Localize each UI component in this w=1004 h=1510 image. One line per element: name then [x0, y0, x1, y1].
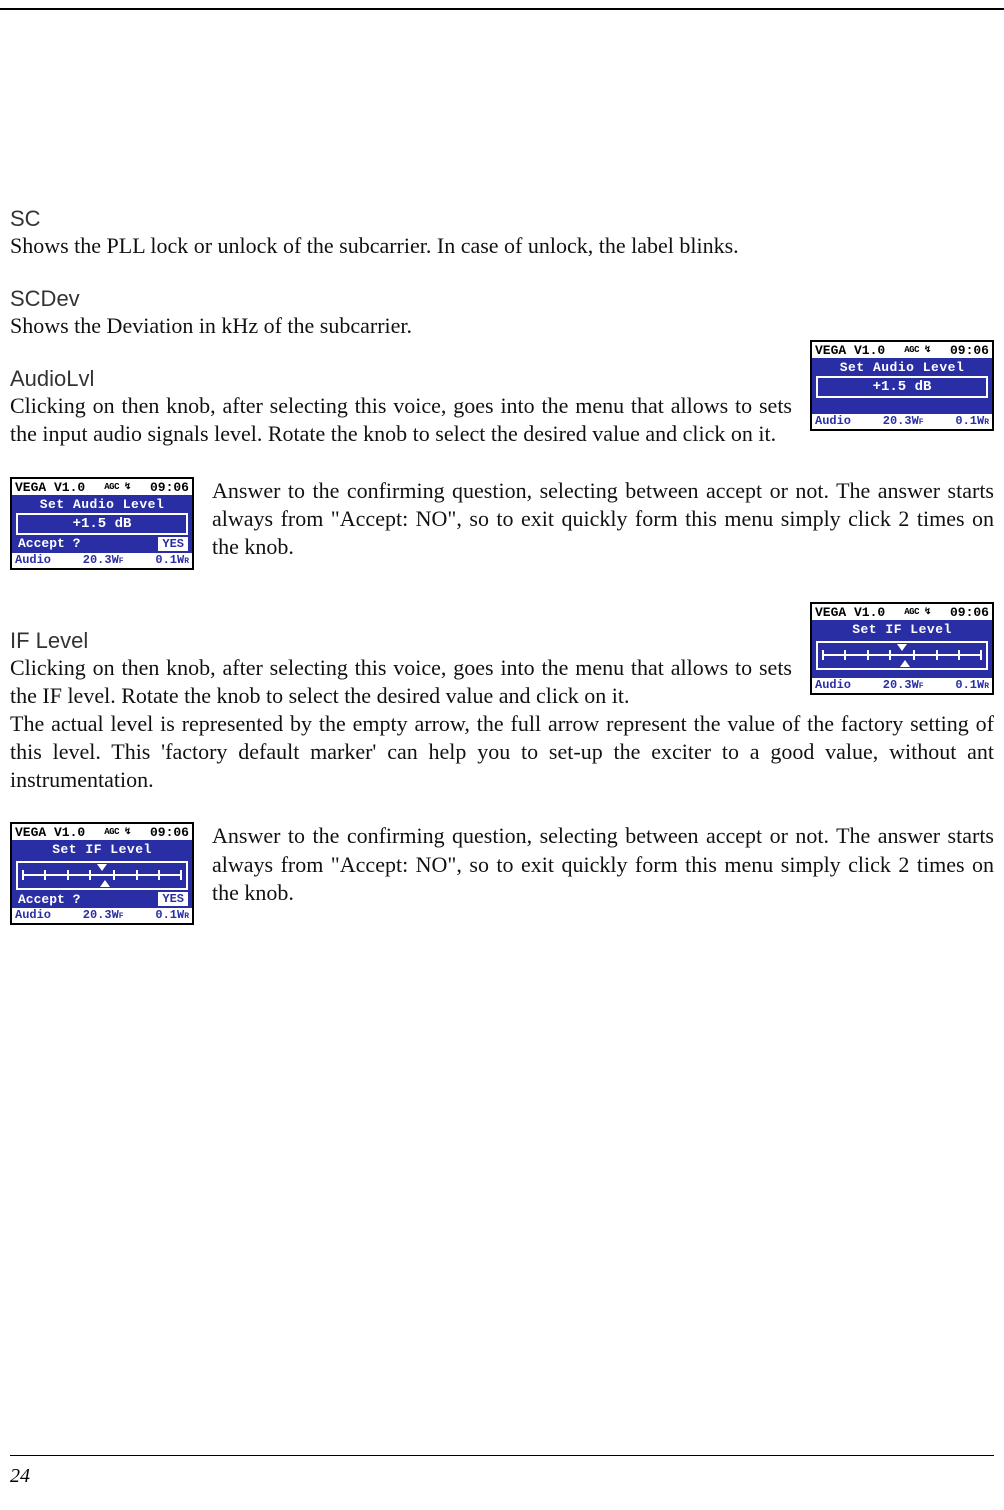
lcd-footer-right-sub: R	[984, 418, 989, 427]
lcd-footer-right: 0.1W	[155, 908, 184, 922]
lcd-accept-label: Accept ?	[18, 537, 80, 550]
lcd-footer-right: 0.1W	[955, 414, 984, 428]
lcd-accept-yes: YES	[158, 537, 188, 551]
lcd-footer-right-sub: R	[984, 682, 989, 691]
heading-scdev: SCDev	[10, 286, 994, 312]
lcd-if-level-accept: VEGA V1.0 AGC ↯ 09:06 Set IF Level	[10, 822, 194, 925]
section-iflevel-confirm: VEGA V1.0 AGC ↯ 09:06 Set IF Level	[10, 822, 994, 929]
lcd-accept-row: Accept ? YES	[14, 890, 190, 906]
lcd-footer-right: 0.1W	[955, 678, 984, 692]
lcd-footer-mid-sub: F	[119, 557, 124, 566]
lcd-audio-level-accept: VEGA V1.0 AGC ↯ 09:06 Set Audio Level +1…	[10, 477, 194, 570]
lcd-menu-title: Set IF Level	[814, 622, 990, 638]
lcd-device: VEGA V1.0	[15, 826, 85, 839]
lcd-agc: AGC ↯	[904, 608, 931, 617]
slider-factory-icon	[900, 660, 910, 667]
lcd-agc: AGC ↯	[104, 828, 131, 837]
lcd-footer-left: Audio	[815, 679, 851, 691]
lcd-clock: 09:06	[950, 344, 989, 357]
lcd-footer: Audio 20.3WF 0.1WR	[12, 908, 192, 923]
slider-current-icon	[97, 864, 107, 871]
lcd-header: VEGA V1.0 AGC ↯ 09:06	[12, 479, 192, 495]
lcd-footer-mid-sub: F	[919, 418, 924, 427]
lcd-footer-mid: 20.3W	[83, 553, 119, 567]
slider-current-icon	[897, 644, 907, 651]
lcd-menu-title: Set Audio Level	[814, 360, 990, 376]
lcd-footer: Audio 20.3WF 0.1WR	[812, 678, 992, 693]
lcd-value: +1.5 dB	[16, 513, 188, 535]
lcd-accept-yes: YES	[158, 892, 188, 906]
lcd-device: VEGA V1.0	[15, 481, 85, 494]
lcd-audio-level: VEGA V1.0 AGC ↯ 09:06 Set Audio Level +1…	[810, 340, 994, 431]
lcd-accept-label: Accept ?	[18, 893, 80, 906]
lcd-footer: Audio 20.3WF 0.1WR	[812, 414, 992, 429]
lcd-menu-title: Set Audio Level	[14, 497, 190, 513]
lcd-header: VEGA V1.0 AGC ↯ 09:06	[812, 342, 992, 358]
lcd-footer-right-sub: R	[184, 912, 189, 921]
lcd-agc: AGC ↯	[904, 346, 931, 355]
bottom-rule	[10, 1455, 994, 1456]
lcd-footer-mid-sub: F	[119, 912, 124, 921]
lcd-clock: 09:06	[150, 826, 189, 839]
lcd-header: VEGA V1.0 AGC ↯ 09:06	[812, 604, 992, 620]
lcd-body: Set Audio Level +1.5 dB Accept ? YES	[12, 495, 192, 553]
lcd-footer-right: 0.1W	[155, 553, 184, 567]
lcd-body: Set IF Level	[812, 620, 992, 678]
section-audiolvl: VEGA V1.0 AGC ↯ 09:06 Set Audio Level +1…	[10, 340, 994, 448]
page-content: SC Shows the PLL lock or unlock of the s…	[0, 10, 1004, 929]
page-number: 24	[10, 1465, 30, 1488]
lcd-accept-row: Accept ? YES	[14, 535, 190, 551]
lcd-footer: Audio 20.3WF 0.1WR	[12, 553, 192, 568]
lcd-body: Set IF Level	[12, 840, 192, 908]
lcd-footer-mid-sub: F	[919, 682, 924, 691]
lcd-header: VEGA V1.0 AGC ↯ 09:06	[12, 824, 192, 840]
slider-factory-icon	[100, 880, 110, 887]
text-sc: Shows the PLL lock or unlock of the subc…	[10, 232, 994, 260]
text-scdev: Shows the Deviation in kHz of the subcar…	[10, 312, 994, 340]
lcd-menu-title: Set IF Level	[14, 842, 190, 858]
lcd-device: VEGA V1.0	[815, 606, 885, 619]
lcd-body: Set Audio Level +1.5 dB	[812, 358, 992, 414]
lcd-footer-left: Audio	[15, 554, 51, 566]
lcd-if-level: VEGA V1.0 AGC ↯ 09:06 Set IF Level	[810, 602, 994, 695]
lcd-clock: 09:06	[150, 481, 189, 494]
lcd-slider	[16, 861, 188, 890]
lcd-footer-left: Audio	[15, 909, 51, 921]
lcd-footer-mid: 20.3W	[883, 414, 919, 428]
lcd-footer-mid: 20.3W	[883, 678, 919, 692]
lcd-agc: AGC ↯	[104, 483, 131, 492]
heading-sc: SC	[10, 206, 994, 232]
section-iflevel: VEGA V1.0 AGC ↯ 09:06 Set IF Level	[10, 602, 994, 795]
lcd-clock: 09:06	[950, 606, 989, 619]
lcd-device: VEGA V1.0	[815, 344, 885, 357]
lcd-footer-mid: 20.3W	[83, 908, 119, 922]
section-audiolvl-confirm: VEGA V1.0 AGC ↯ 09:06 Set Audio Level +1…	[10, 477, 994, 574]
lcd-slider	[816, 641, 988, 670]
lcd-value: +1.5 dB	[816, 376, 988, 398]
lcd-footer-right-sub: R	[184, 557, 189, 566]
lcd-footer-left: Audio	[815, 415, 851, 427]
